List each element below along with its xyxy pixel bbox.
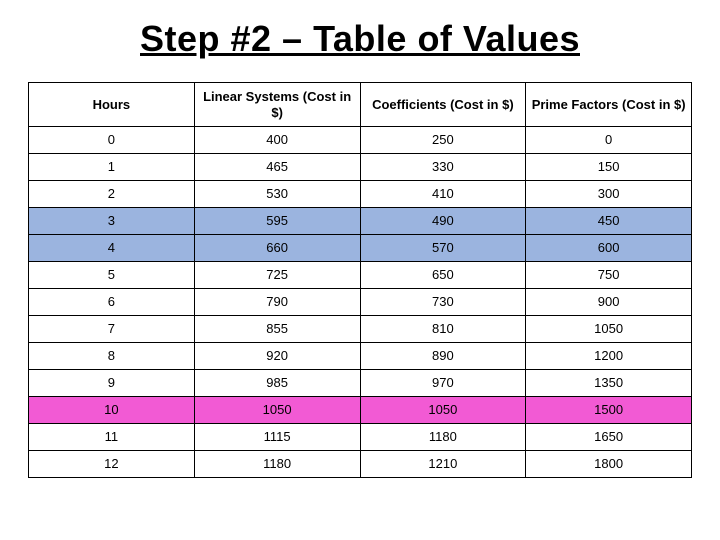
cell-hours: 7: [29, 316, 195, 343]
table-row: 8 920 890 1200: [29, 343, 692, 370]
table-row: 5 725 650 750: [29, 262, 692, 289]
cell-hours: 3: [29, 208, 195, 235]
cell-coeff: 330: [360, 154, 526, 181]
cell-hours: 8: [29, 343, 195, 370]
cell-coeff: 1210: [360, 451, 526, 478]
table-header: Hours Linear Systems (Cost in $) Coeffic…: [29, 83, 692, 127]
cell-hours: 0: [29, 127, 195, 154]
cell-coeff: 730: [360, 289, 526, 316]
cell-linear: 855: [194, 316, 360, 343]
cell-hours: 11: [29, 424, 195, 451]
cell-coeff: 650: [360, 262, 526, 289]
cell-prime: 150: [526, 154, 692, 181]
cell-prime: 600: [526, 235, 692, 262]
table-body: 0 400 250 0 1 465 330 150 2 530 410 300 …: [29, 127, 692, 478]
table-row: 0 400 250 0: [29, 127, 692, 154]
cell-linear: 1180: [194, 451, 360, 478]
table-row: 10 1050 1050 1500: [29, 397, 692, 424]
cell-linear: 400: [194, 127, 360, 154]
cell-linear: 725: [194, 262, 360, 289]
cell-linear: 595: [194, 208, 360, 235]
values-table: Hours Linear Systems (Cost in $) Coeffic…: [28, 82, 692, 478]
cell-prime: 1200: [526, 343, 692, 370]
cell-hours: 10: [29, 397, 195, 424]
table-row: 12 1180 1210 1800: [29, 451, 692, 478]
cell-hours: 5: [29, 262, 195, 289]
cell-prime: 450: [526, 208, 692, 235]
table-row: 1 465 330 150: [29, 154, 692, 181]
cell-coeff: 250: [360, 127, 526, 154]
cell-coeff: 890: [360, 343, 526, 370]
table-row: 6 790 730 900: [29, 289, 692, 316]
cell-coeff: 1180: [360, 424, 526, 451]
table-row: 2 530 410 300: [29, 181, 692, 208]
cell-prime: 300: [526, 181, 692, 208]
cell-linear: 920: [194, 343, 360, 370]
page-title: Step #2 – Table of Values: [28, 18, 692, 60]
table-header-row: Hours Linear Systems (Cost in $) Coeffic…: [29, 83, 692, 127]
cell-coeff: 1050: [360, 397, 526, 424]
table-row: 7 855 810 1050: [29, 316, 692, 343]
cell-hours: 4: [29, 235, 195, 262]
cell-coeff: 490: [360, 208, 526, 235]
cell-coeff: 570: [360, 235, 526, 262]
cell-linear: 1115: [194, 424, 360, 451]
table-row: 11 1115 1180 1650: [29, 424, 692, 451]
cell-hours: 1: [29, 154, 195, 181]
table-row: 4 660 570 600: [29, 235, 692, 262]
cell-linear: 790: [194, 289, 360, 316]
table-row: 3 595 490 450: [29, 208, 692, 235]
col-prime-factors: Prime Factors (Cost in $): [526, 83, 692, 127]
cell-linear: 660: [194, 235, 360, 262]
cell-prime: 1050: [526, 316, 692, 343]
cell-hours: 2: [29, 181, 195, 208]
slide: Step #2 – Table of Values Hours Linear S…: [0, 0, 720, 540]
cell-prime: 1350: [526, 370, 692, 397]
cell-prime: 1500: [526, 397, 692, 424]
cell-linear: 1050: [194, 397, 360, 424]
cell-linear: 530: [194, 181, 360, 208]
cell-coeff: 810: [360, 316, 526, 343]
cell-hours: 12: [29, 451, 195, 478]
cell-prime: 750: [526, 262, 692, 289]
cell-hours: 6: [29, 289, 195, 316]
cell-coeff: 970: [360, 370, 526, 397]
cell-prime: 0: [526, 127, 692, 154]
cell-coeff: 410: [360, 181, 526, 208]
cell-hours: 9: [29, 370, 195, 397]
cell-prime: 1800: [526, 451, 692, 478]
cell-prime: 900: [526, 289, 692, 316]
col-linear-systems: Linear Systems (Cost in $): [194, 83, 360, 127]
table-row: 9 985 970 1350: [29, 370, 692, 397]
col-coefficients: Coefficients (Cost in $): [360, 83, 526, 127]
cell-linear: 985: [194, 370, 360, 397]
col-hours: Hours: [29, 83, 195, 127]
cell-linear: 465: [194, 154, 360, 181]
cell-prime: 1650: [526, 424, 692, 451]
